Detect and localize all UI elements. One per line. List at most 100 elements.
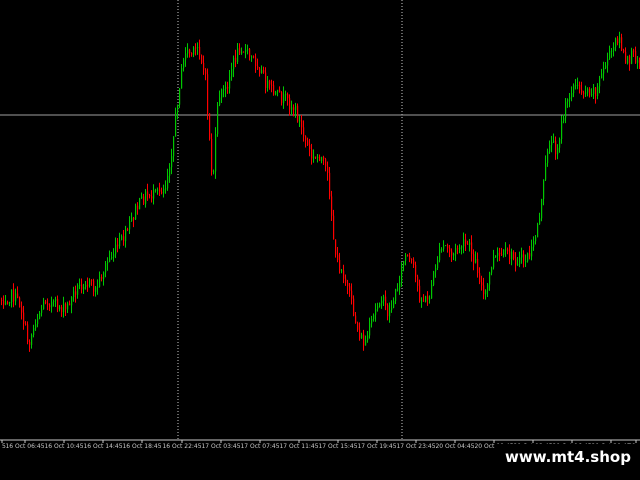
candle-body-37 [75,291,77,295]
candle-body-193 [387,305,389,317]
candle-body-268 [537,224,539,238]
candle-body-312 [625,51,627,64]
candle-body-163 [327,166,329,173]
candle-body-249 [499,252,501,255]
candle-body-126 [253,56,255,58]
candle-body-273 [547,151,549,163]
candle-body-155 [311,149,313,159]
candle-body-195 [391,307,393,310]
candle-body-256 [513,251,515,259]
candle-body-285 [571,93,573,98]
candle-body-13 [27,324,29,342]
candle-body-93 [187,49,189,54]
candle-body-175 [351,290,353,299]
candle-body-255 [511,251,513,260]
candle-body-27 [55,299,57,301]
time-tick-label-11: 17 Oct 23:45 [396,443,435,450]
candle-body-315 [631,50,633,64]
candle-body-75 [151,196,153,199]
candle-body-117 [235,57,237,62]
candle-body-4 [9,302,11,304]
candle-body-148 [297,105,299,122]
candle-body-299 [599,78,601,87]
candle-body-209 [419,285,421,302]
candle-body-44 [89,280,91,285]
candle-body-176 [353,298,355,316]
candle-body-188 [377,306,379,310]
candle-body-17 [35,324,37,329]
candle-body-47 [95,287,97,292]
candle-body-189 [379,303,381,307]
candle-body-276 [553,141,555,143]
candle-body-58 [117,244,119,247]
candle-body-142 [285,94,287,96]
candle-body-157 [315,156,317,158]
candle-body-309 [619,37,621,43]
candle-body-89 [179,88,181,105]
candle-body-314 [629,56,631,64]
candle-body-217 [435,268,437,272]
watermark-logo: www.mt4.shop [496,444,640,474]
candle-body-160 [321,156,323,161]
candle-body-141 [283,94,285,103]
candle-body-21 [43,301,45,310]
candle-body-50 [101,276,103,279]
candle-body-5 [11,289,13,303]
candle-body-159 [319,156,321,161]
candle-body-266 [533,241,535,247]
candle-body-106 [213,171,215,173]
candle-body-310 [621,37,623,51]
candle-body-32 [65,303,67,310]
candle-body-180 [361,334,363,339]
candle-body-244 [489,272,491,285]
candle-body-84 [169,167,171,176]
candle-body-316 [633,50,635,52]
candle-body-219 [439,248,441,261]
candle-body-203 [407,255,409,257]
candle-body-40 [81,284,83,290]
candle-body-45 [91,280,93,282]
candle-body-63 [127,229,129,231]
chart-area[interactable]: 5 16 Oct 06:45 16 Oct 10:45 16 Oct 14:45 16 … [0,0,640,480]
candle-body-168 [337,254,339,260]
candle-body-245 [491,267,493,273]
candle-body-158 [317,156,319,158]
candle-body-18 [37,318,39,325]
candle-body-108 [217,105,219,135]
candle-body-99 [199,47,201,56]
candle-body-107 [215,134,217,172]
candle-body-95 [191,52,193,55]
candle-body-290 [581,89,583,93]
candle-body-167 [335,239,337,255]
candle-body-128 [257,66,259,69]
candle-body-65 [131,217,133,221]
candle-body-7 [15,293,17,302]
candle-body-243 [487,284,489,291]
candle-body-124 [249,49,251,57]
candle-body-122 [245,49,247,52]
candle-body-52 [105,263,107,273]
candle-body-77 [155,189,157,191]
candle-body-105 [211,138,213,173]
candle-body-94 [189,49,191,53]
candle-body-80 [161,191,163,194]
candle-body-280 [561,121,563,140]
candle-body-149 [299,120,301,122]
time-tick-label-12: 20 Oct 04:45 [435,443,474,450]
candle-body-8 [17,293,19,298]
candle-body-59 [119,239,121,247]
candle-body-197 [395,289,397,301]
candle-body-100 [201,55,203,63]
candle-body-236 [473,254,475,263]
candle-body-116 [233,57,235,70]
candle-body-170 [341,270,343,272]
price-chart[interactable]: 5 16 Oct 06:45 16 Oct 10:45 16 Oct 14:45 16 … [0,0,640,480]
candle-body-66 [133,217,135,220]
candle-body-294 [589,88,591,96]
candle-body-34 [69,303,71,306]
candle-body-162 [325,159,327,167]
candle-body-239 [479,273,481,283]
candle-body-194 [389,309,391,317]
candle-body-151 [303,127,305,137]
time-tick-label-8: 17 Oct 11:45 [279,443,318,450]
